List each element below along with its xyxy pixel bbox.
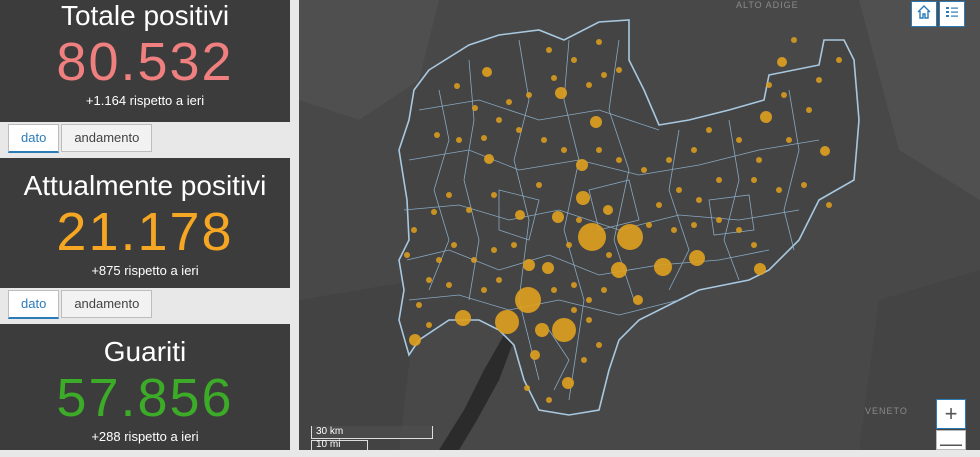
legend-button[interactable] bbox=[939, 1, 965, 27]
bubble bbox=[576, 191, 590, 205]
left-panel: Totale positivi 80.532 +1.164 rispetto a… bbox=[0, 0, 299, 450]
card-delta: +1.164 rispetto a ieri bbox=[85, 93, 205, 108]
bubble bbox=[754, 263, 766, 275]
zoom-out-button[interactable]: — bbox=[936, 430, 966, 456]
bubble bbox=[689, 250, 705, 266]
bubble bbox=[455, 310, 471, 326]
card-guariti: Guariti 57.856 +288 rispetto a ieri bbox=[0, 324, 290, 450]
card-totale-positivi: Totale positivi 80.532 +1.164 rispetto a… bbox=[0, 0, 290, 122]
bubble bbox=[552, 318, 576, 342]
scale-bar: 30 km 10 mi bbox=[311, 426, 433, 451]
card-title: Guariti bbox=[103, 336, 187, 367]
card-delta: +288 rispetto a ieri bbox=[91, 429, 199, 444]
map-view[interactable]: ALTO ADIGE VENETO bbox=[299, 0, 980, 450]
map-label-veneto: VENETO bbox=[865, 406, 908, 416]
tab-andamento[interactable]: andamento bbox=[61, 290, 153, 318]
tabs-totale: dato andamento bbox=[8, 124, 153, 153]
bubble bbox=[552, 211, 564, 223]
bubble bbox=[409, 334, 421, 346]
bubble bbox=[484, 154, 494, 164]
scale-mi: 10 mi bbox=[316, 439, 341, 450]
bubble bbox=[576, 159, 588, 171]
card-attualmente-positivi: Attualmente positivi 21.178 +875 rispett… bbox=[0, 158, 290, 288]
bubble bbox=[590, 116, 602, 128]
card-value: 80.532 bbox=[56, 32, 234, 92]
bubble bbox=[611, 262, 627, 278]
tab-andamento[interactable]: andamento bbox=[61, 124, 153, 152]
tab-dato[interactable]: dato bbox=[8, 290, 60, 319]
bubble bbox=[530, 350, 540, 360]
card-delta: +875 rispetto a ieri bbox=[91, 263, 199, 278]
scale-km: 30 km bbox=[316, 426, 344, 437]
map-canvas bbox=[299, 0, 980, 450]
bubble bbox=[482, 67, 492, 77]
bubble bbox=[555, 87, 567, 99]
bubble bbox=[562, 377, 574, 389]
card-title: Attualmente positivi bbox=[23, 170, 267, 201]
home-icon bbox=[917, 4, 931, 24]
bubble bbox=[820, 146, 830, 156]
map-label-alto-adige: ALTO ADIGE bbox=[736, 0, 799, 10]
bubble bbox=[654, 258, 672, 276]
card-value: 57.856 bbox=[56, 368, 234, 428]
bubble bbox=[515, 287, 541, 313]
bubble bbox=[777, 57, 787, 67]
panel-splitter[interactable] bbox=[290, 0, 299, 450]
bubble bbox=[523, 259, 535, 271]
bubble bbox=[535, 323, 549, 337]
legend-icon bbox=[945, 5, 959, 24]
tabs-attualmente: dato andamento bbox=[8, 290, 153, 319]
bubble bbox=[495, 310, 519, 334]
card-value: 21.178 bbox=[56, 202, 234, 262]
card-title: Totale positivi bbox=[60, 0, 230, 31]
home-button[interactable] bbox=[911, 1, 937, 27]
tab-dato[interactable]: dato bbox=[8, 124, 60, 153]
bubble bbox=[760, 111, 772, 123]
zoom-in-button[interactable]: + bbox=[936, 399, 966, 429]
bubble bbox=[515, 210, 525, 220]
bubble bbox=[617, 224, 643, 250]
bubble bbox=[603, 205, 613, 215]
bubble bbox=[578, 223, 606, 251]
bubble bbox=[542, 262, 554, 274]
bubble bbox=[633, 295, 643, 305]
